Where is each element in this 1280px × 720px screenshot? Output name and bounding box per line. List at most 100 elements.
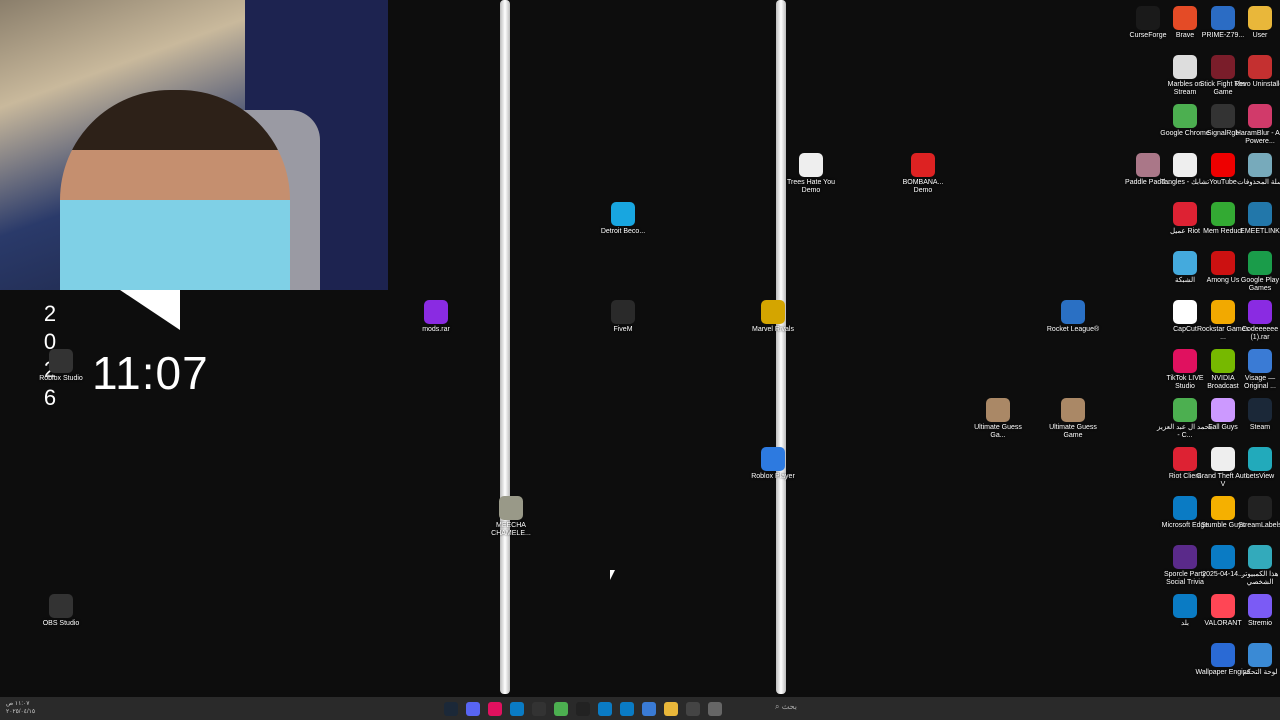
taskbar <box>0 697 1280 720</box>
obs-icon[interactable] <box>532 702 546 716</box>
chrome-icon[interactable] <box>554 702 568 716</box>
desktop-shortcut-label: Trees Hate You Demo <box>787 179 835 194</box>
chrome-icon <box>1173 104 1197 128</box>
desktop-shortcut[interactable]: MEECHA CHAMELE... <box>483 496 539 538</box>
steam-icon[interactable] <box>444 702 458 716</box>
desktop-shortcut[interactable]: Codeeeeee (1).rar <box>1232 300 1280 342</box>
tangles-icon <box>1173 153 1197 177</box>
desktop-shortcut-label: Roblox Player <box>751 473 795 480</box>
steam-icon <box>1248 398 1272 422</box>
desktop-shortcut[interactable]: User <box>1232 6 1280 40</box>
stremio-icon <box>1248 594 1272 618</box>
terminal-icon[interactable] <box>576 702 590 716</box>
desktop-shortcut[interactable]: Roblox Player <box>745 447 801 481</box>
controlpanel-icon <box>1248 643 1272 667</box>
settings-icon[interactable] <box>708 702 722 716</box>
winrar-icon <box>424 300 448 324</box>
tiktok-icon[interactable] <box>488 702 502 716</box>
edge-icon <box>1173 594 1197 618</box>
desktop-shortcut[interactable]: StreamLabels <box>1232 496 1280 530</box>
folder-icon <box>1248 6 1272 30</box>
edge-icon <box>1173 496 1197 520</box>
desktop-shortcut[interactable]: لوحة التحكم <box>1232 643 1280 677</box>
desktop-shortcut-label: Stremio <box>1247 620 1273 627</box>
desktop-shortcut-label: Detroit Beco... <box>600 228 646 235</box>
desktop-shortcut[interactable]: Rocket League® <box>1045 300 1101 334</box>
emeetlink-icon <box>1248 202 1272 226</box>
explorer-icon[interactable] <box>664 702 678 716</box>
pc-icon <box>1248 545 1272 569</box>
marbles-icon <box>1173 55 1197 79</box>
desktop-shortcut[interactable]: هذا الكمبيوتر الشخصي <box>1232 545 1280 587</box>
tray-time: ١١:٠٧ ص <box>6 701 30 707</box>
desktop-shortcut[interactable]: Google Play Games <box>1232 251 1280 293</box>
window-icon[interactable] <box>686 702 700 716</box>
desktop-shortcut[interactable]: Visage — Original ... <box>1232 349 1280 391</box>
desktop-shortcut-label: Marvel Rivals <box>751 326 794 333</box>
wallpaper-road-right <box>776 0 786 694</box>
desktop-shortcut[interactable]: Revo Uninstaller <box>1232 55 1280 89</box>
webcam-overlay <box>0 0 388 290</box>
rocketleague-icon <box>1061 300 1085 324</box>
tiktok-icon <box>1173 349 1197 373</box>
visage-icon <box>1248 349 1272 373</box>
desktop-shortcut-label: Codeeeeee (1).rar <box>1241 326 1279 341</box>
recycle-bin-icon <box>1248 153 1272 177</box>
desktop-shortcut-label: OBS Studio <box>42 620 80 627</box>
desktop-shortcut[interactable]: Marvel Rivals <box>745 300 801 334</box>
desktop-shortcut-label: Google Play Games <box>1240 277 1280 292</box>
desktop-shortcut[interactable]: OBS Studio <box>33 594 89 628</box>
network-icon <box>1173 251 1197 275</box>
desktop-shortcut[interactable]: سلة المحذوفات <box>1232 153 1280 187</box>
playgames-icon <box>1248 251 1272 275</box>
desktop-shortcut[interactable]: BOMBANA... Demo <box>895 153 951 195</box>
brave-icon <box>1173 6 1197 30</box>
desktop-shortcut[interactable]: HaramBlur - AI-Powere... <box>1232 104 1280 146</box>
desktop-shortcut[interactable]: FiveM <box>595 300 651 334</box>
desktop-shortcut-label: HaramBlur - AI-Powere... <box>1235 130 1280 145</box>
desktop-shortcut[interactable]: Ultimate Guess Ga... <box>970 398 1026 440</box>
desktop-shortcut-label: Ultimate Guess Game <box>1049 424 1097 439</box>
desktop-shortcut[interactable]: EMEETLINK <box>1232 202 1280 236</box>
marvel-icon <box>761 300 785 324</box>
desktop-shortcut-label: MEECHA CHAMELE... <box>491 522 531 537</box>
date-digit: 2 <box>43 301 57 326</box>
desktop-shortcut[interactable]: Roblox Studio <box>33 349 89 383</box>
desktop-shortcut[interactable]: LetsView <box>1232 447 1280 481</box>
chrome-icon <box>1173 398 1197 422</box>
system-tray[interactable]: ١١:٠٧ ص ٢٠٢٥/٠٤/١٥ <box>6 700 35 716</box>
roblox-icon <box>761 447 785 471</box>
edge-icon[interactable] <box>620 702 634 716</box>
desktop-shortcut-label: BOMBANA... Demo <box>902 179 944 194</box>
desktop-shortcut[interactable]: Steam <box>1232 398 1280 432</box>
haramblur-icon <box>1248 104 1272 128</box>
wallpaper-road-left <box>500 0 510 694</box>
desktop-shortcut-label: LetsView <box>1245 473 1275 480</box>
desktop-shortcut[interactable]: Detroit Beco... <box>595 202 651 236</box>
desktop-shortcut[interactable]: mods.rar <box>408 300 464 334</box>
bombana-icon <box>911 153 935 177</box>
sporcle-icon <box>1173 545 1197 569</box>
clock-widget: 11:07 <box>92 347 209 399</box>
meecha-icon <box>499 496 523 520</box>
riot-icon <box>1173 202 1197 226</box>
guessgame-icon <box>1061 398 1085 422</box>
desktop-shortcut[interactable]: Stremio <box>1232 594 1280 628</box>
tray-date: ٢٠٢٥/٠٤/١٥ <box>6 709 36 715</box>
edge-icon[interactable] <box>510 702 524 716</box>
vscode-icon[interactable] <box>598 702 612 716</box>
desktop-shortcut-label: Ultimate Guess Ga... <box>974 424 1022 439</box>
desktop-shortcut[interactable]: Trees Hate You Demo <box>783 153 839 195</box>
discord-icon[interactable] <box>466 702 480 716</box>
notepad-icon[interactable] <box>642 702 656 716</box>
desktop-shortcut-label: Roblox Studio <box>39 375 83 382</box>
desktop-shortcut-label: سلة المحذوفات <box>1237 179 1280 186</box>
desktop-shortcut-label: User <box>1252 32 1268 39</box>
riot-icon <box>1173 447 1197 471</box>
desktop-shortcut[interactable]: Ultimate Guess Game <box>1045 398 1101 440</box>
guessgame-icon <box>986 398 1010 422</box>
letsview-icon <box>1248 447 1272 471</box>
fivem-icon <box>611 300 635 324</box>
date-digit: 6 <box>43 385 57 410</box>
taskbar-search[interactable]: ⌕ بحث <box>775 702 815 716</box>
